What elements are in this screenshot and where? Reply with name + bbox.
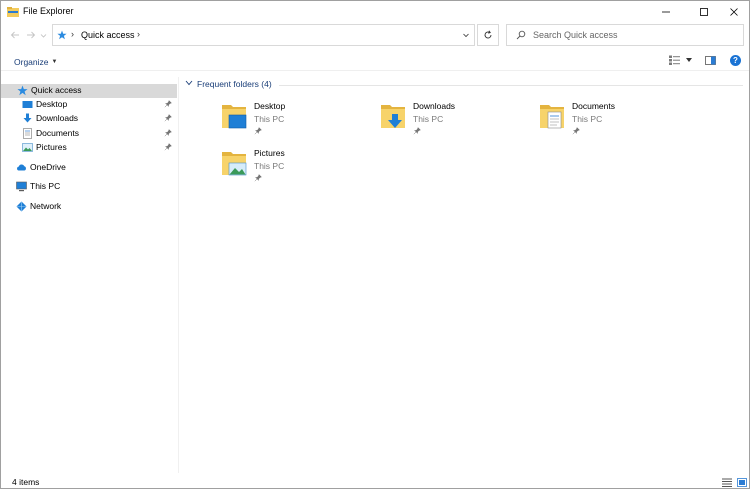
pin-icon <box>254 127 262 135</box>
folder-name: Desktop <box>254 101 286 111</box>
documents-icon <box>23 128 32 139</box>
details-view-icon[interactable] <box>722 478 732 487</box>
search-input[interactable] <box>533 28 733 42</box>
sidebar-item-quick-access[interactable]: Quick access <box>1 84 177 98</box>
organize-label: Organize <box>14 57 49 67</box>
caret-down-icon: ▼ <box>51 59 58 65</box>
title-bar: File Explorer <box>1 1 749 23</box>
folder-location: This PC <box>254 114 285 124</box>
desktop-icon <box>22 101 33 108</box>
quick-access-star-icon <box>57 30 67 40</box>
folder-tile-pictures[interactable]: Pictures This PC <box>222 148 372 192</box>
item-count: 4 items <box>12 477 40 487</box>
sidebar-item-label: OneDrive <box>30 162 66 172</box>
preview-pane-icon <box>705 56 716 65</box>
downloads-icon <box>23 113 32 123</box>
close-icon <box>730 8 738 16</box>
sidebar-item-pictures[interactable]: Pictures <box>1 141 177 155</box>
folder-location: This PC <box>572 114 603 124</box>
organize-menu-button[interactable]: Organize ▼ <box>14 57 57 67</box>
caret-down-icon <box>686 58 692 62</box>
close-button[interactable] <box>717 1 750 23</box>
chevron-down-icon[interactable] <box>185 80 193 88</box>
sidebar-item-downloads[interactable]: Downloads <box>1 112 177 126</box>
pin-icon[interactable] <box>164 129 172 137</box>
pin-icon <box>572 127 580 135</box>
sidebar-item-desktop[interactable]: Desktop <box>1 98 177 112</box>
minimize-icon <box>662 11 670 13</box>
breadcrumb-quick-access[interactable]: Quick access <box>81 30 135 40</box>
change-view-icon <box>669 55 680 65</box>
pin-icon[interactable] <box>164 100 172 108</box>
address-dropdown-icon[interactable] <box>462 31 470 39</box>
search-box[interactable] <box>506 24 744 46</box>
folder-tile-downloads[interactable]: Downloads This PC <box>381 101 531 145</box>
navigation-bar: › Quick access › <box>1 23 749 49</box>
folder-name: Documents <box>572 101 615 111</box>
status-bar: 4 items <box>1 475 749 489</box>
search-icon <box>516 30 526 40</box>
sidebar-item-label: Network <box>30 201 62 211</box>
folder-location: This PC <box>254 161 285 171</box>
forward-button[interactable] <box>25 29 37 41</box>
pictures-folder-icon <box>222 152 247 176</box>
pictures-icon <box>22 143 33 152</box>
window-title: File Explorer <box>23 6 74 16</box>
pin-icon <box>413 127 421 135</box>
network-icon <box>16 201 27 212</box>
maximize-icon <box>700 8 708 16</box>
sidebar-item-label: Documents <box>36 128 79 138</box>
breadcrumb-separator-icon[interactable]: › <box>137 29 140 39</box>
sidebar-item-this-pc[interactable]: This PC <box>1 180 177 194</box>
file-explorer-window: File Explorer › Quick access › Search Qu… <box>0 0 750 489</box>
back-arrow-icon <box>10 31 19 39</box>
folder-name: Pictures <box>254 148 285 158</box>
sidebar-item-label: Desktop <box>36 99 68 109</box>
chevron-down-icon <box>40 33 46 38</box>
address-bar[interactable]: › Quick access › <box>52 24 475 46</box>
computer-icon <box>16 181 27 192</box>
sidebar-item-network[interactable]: Network <box>1 200 177 214</box>
maximize-button[interactable] <box>687 1 721 23</box>
content-pane: Frequent folders (4) Desktop This PC Dow… <box>181 77 749 473</box>
documents-folder-icon <box>540 105 564 129</box>
desktop-folder-icon <box>222 105 247 129</box>
file-explorer-app-icon <box>7 7 19 17</box>
folder-tile-desktop[interactable]: Desktop This PC <box>222 101 372 145</box>
pin-icon[interactable] <box>164 114 172 122</box>
large-icons-view-icon[interactable] <box>737 478 747 487</box>
minimize-button[interactable] <box>649 1 683 23</box>
onedrive-cloud-icon <box>17 164 26 171</box>
back-button[interactable] <box>9 29 21 41</box>
help-button[interactable]: ? <box>730 55 741 66</box>
group-divider <box>279 85 743 86</box>
sidebar-item-onedrive[interactable]: OneDrive <box>1 161 177 175</box>
sidebar-item-label: Quick access <box>31 85 82 95</box>
folder-location: This PC <box>413 114 444 124</box>
sidebar-item-label: Downloads <box>36 113 79 123</box>
pin-icon <box>254 174 262 182</box>
preview-pane-button[interactable] <box>705 56 716 67</box>
folder-name: Downloads <box>413 101 456 111</box>
navigation-pane: Quick access Desktop Downloads Documents… <box>1 77 179 473</box>
breadcrumb-separator-icon[interactable]: › <box>71 29 74 39</box>
recent-locations-button[interactable] <box>39 29 47 41</box>
downloads-folder-icon <box>381 105 405 128</box>
refresh-button[interactable] <box>477 24 499 46</box>
change-view-button[interactable] <box>669 55 692 65</box>
forward-arrow-icon <box>27 31 36 39</box>
refresh-icon <box>484 30 492 39</box>
sidebar-item-documents[interactable]: Documents <box>1 127 177 141</box>
command-bar: Organize ▼ ? <box>1 51 749 71</box>
frequent-folders-group-header[interactable]: Frequent folders (4) <box>185 79 272 89</box>
sidebar-item-label: Pictures <box>36 142 67 152</box>
folder-tile-documents[interactable]: Documents This PC <box>540 101 690 145</box>
pin-icon[interactable] <box>164 143 172 151</box>
sidebar-item-label: This PC <box>30 181 61 191</box>
group-title: Frequent folders (4) <box>197 79 272 89</box>
quick-access-star-icon <box>17 85 28 96</box>
